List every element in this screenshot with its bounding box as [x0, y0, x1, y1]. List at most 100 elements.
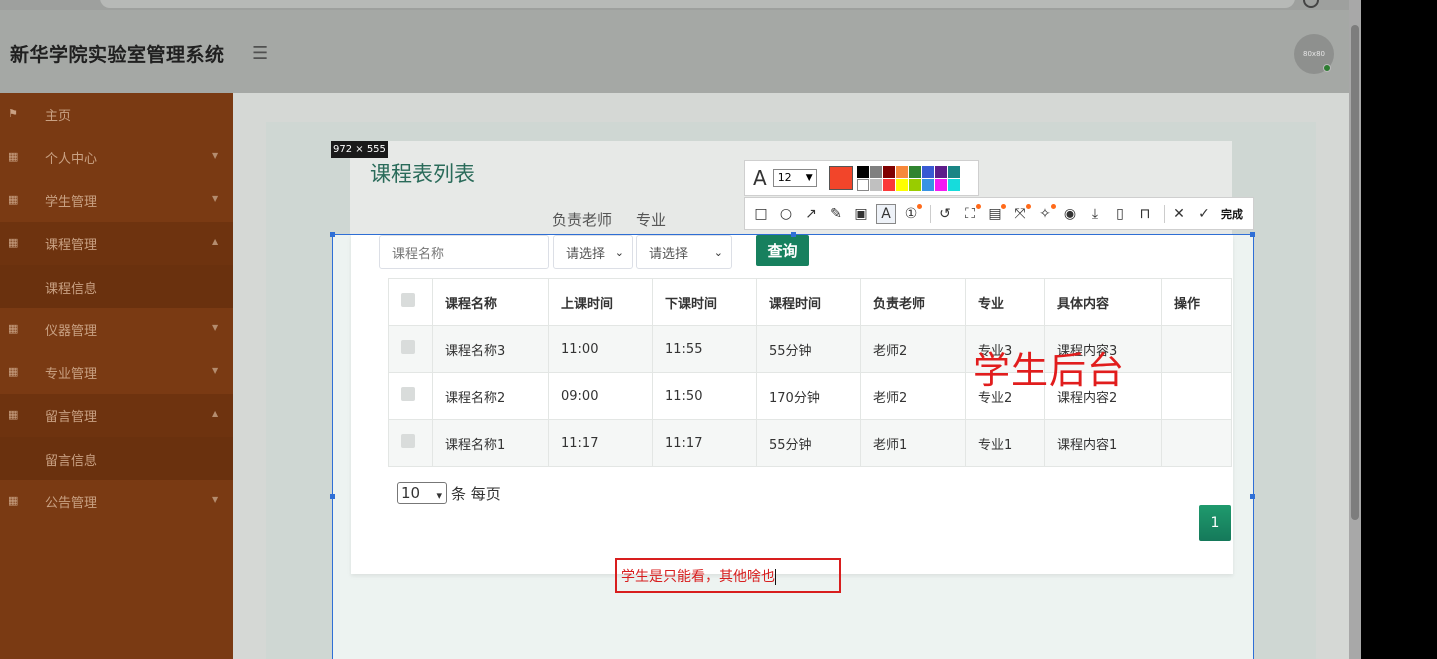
sidebar-subitem-course-info[interactable]: 课程信息 [0, 265, 233, 308]
page-size-select[interactable]: 10 ▾ [397, 482, 447, 504]
font-size-select[interactable]: 12 ▼ [772, 169, 817, 187]
undo-icon[interactable]: ↺ [935, 204, 955, 224]
column-header[interactable]: 负责老师 [860, 278, 966, 326]
select-all-checkbox[interactable] [401, 293, 415, 307]
text-tool-icon[interactable]: A [876, 203, 896, 224]
avatar[interactable]: 80x80 [1294, 34, 1334, 74]
column-header[interactable]: 课程时间 [756, 278, 861, 326]
pin-icon[interactable]: ✧ [1035, 203, 1056, 224]
table-cell: 55分钟 [756, 325, 861, 373]
sidebar-item-messages[interactable]: ▦ 留言管理 ▲ [0, 394, 233, 437]
table-cell: 11:00 [548, 325, 653, 373]
snip-selection[interactable]: 课程名称 请选择 ⌄ 请选择 ⌄ 查询 课程名称 上课时间 下课时间 课程时间 … [330, 232, 1255, 659]
course-name-input[interactable]: 课程名称 [379, 235, 549, 269]
sidebar-item-students[interactable]: ▦ 学生管理 ▼ [0, 179, 233, 222]
badge-dot [1001, 203, 1006, 209]
sidebar: ⚑ 主页 ▦ 个人中心 ▼ ▦ 学生管理 ▼ ▦ 课程管理 ▲ 课程信息 ▦ 仪… [0, 93, 233, 659]
arrow-tool-icon[interactable]: ↗ [801, 204, 821, 224]
color-swatch[interactable] [869, 178, 882, 191]
download-icon[interactable]: ⤓ [1085, 204, 1105, 224]
resize-handle-n[interactable] [791, 232, 796, 237]
resize-handle-e[interactable] [1250, 494, 1255, 499]
sidebar-item-profile[interactable]: ▦ 个人中心 ▼ [0, 136, 233, 179]
column-header[interactable]: 具体内容 [1044, 278, 1162, 326]
sidebar-item-announcements[interactable]: ▦ 公告管理 ▼ [0, 480, 233, 523]
column-header[interactable]: 上课时间 [548, 278, 653, 326]
color-swatch[interactable] [908, 165, 921, 178]
profile-icon[interactable] [1303, 0, 1319, 8]
sidebar-item-label: 学生管理 [45, 195, 98, 210]
row-select-cell[interactable] [388, 372, 433, 420]
number-tool-icon[interactable]: ① [901, 203, 922, 224]
scrollbar-thumb[interactable] [1351, 25, 1359, 520]
color-swatch[interactable] [869, 165, 882, 178]
sidebar-subitem-message-info[interactable]: 留言信息 [0, 437, 233, 480]
course-list-panel: 课程名称 请选择 ⌄ 请选择 ⌄ 查询 课程名称 上课时间 下课时间 课程时间 … [351, 235, 1233, 593]
resize-handle-nw[interactable] [330, 232, 335, 237]
column-header[interactable]: 专业 [965, 278, 1045, 326]
resize-handle-w[interactable] [330, 494, 335, 499]
translate-icon[interactable]: ⛶ [960, 203, 981, 224]
sidebar-item-home[interactable]: ⚑ 主页 [0, 93, 233, 136]
color-swatch[interactable] [895, 178, 908, 191]
row-checkbox[interactable] [401, 434, 415, 448]
row-checkbox[interactable] [401, 387, 415, 401]
color-swatch[interactable] [934, 165, 947, 178]
sidebar-item-majors[interactable]: ▦ 专业管理 ▼ [0, 351, 233, 394]
chevron-down-icon: ▼ [805, 173, 813, 183]
done-button[interactable]: 完成 [1221, 206, 1243, 222]
sidebar-item-label: 仪器管理 [45, 324, 98, 339]
resize-handle-ne[interactable] [1250, 232, 1255, 237]
pen-tool-icon[interactable]: ✎ [826, 204, 846, 224]
color-swatch[interactable] [856, 165, 869, 178]
avatar-text: 80x80 [1303, 50, 1325, 58]
color-swatch[interactable] [882, 165, 895, 178]
search-button[interactable]: 查询 [756, 235, 809, 266]
teacher-filter-label: 负责老师 [552, 211, 613, 229]
annotation-note-text: 学生是只能看，其他啥也 [621, 569, 775, 585]
sidebar-item-instruments[interactable]: ▦ 仪器管理 ▼ [0, 308, 233, 351]
check-icon[interactable]: ✓ [1194, 204, 1214, 224]
long-capture-icon[interactable]: ⤧ [1010, 203, 1031, 224]
table-header-row: 课程名称 上课时间 下课时间 课程时间 负责老师 专业 具体内容 操作 [388, 278, 1232, 326]
color-swatch[interactable] [947, 178, 960, 191]
font-icon: A [753, 166, 767, 190]
font-size-value: 12 [777, 171, 792, 184]
table-cell: 专业1 [965, 419, 1045, 467]
row-select-cell[interactable] [388, 325, 433, 373]
rectangle-tool-icon[interactable]: □ [751, 204, 771, 224]
ellipse-tool-icon[interactable]: ○ [776, 204, 796, 224]
phone-icon[interactable]: ▯ [1110, 204, 1130, 224]
browser-address-bar [0, 0, 1349, 10]
sidebar-item-courses[interactable]: ▦ 课程管理 ▲ [0, 222, 233, 265]
color-swatch[interactable] [908, 178, 921, 191]
color-swatch[interactable] [856, 178, 869, 191]
color-swatch[interactable] [947, 165, 960, 178]
address-field[interactable] [100, 0, 1295, 8]
ocr-icon[interactable]: ▤ [985, 203, 1006, 224]
scrollbar[interactable] [1349, 0, 1361, 659]
bookmark-icon[interactable]: ⊓ [1135, 204, 1155, 224]
sidebar-item-label: 主页 [45, 109, 72, 124]
row-checkbox[interactable] [401, 340, 415, 354]
pagination-page-1[interactable]: 1 [1199, 505, 1231, 541]
teacher-select[interactable]: 请选择 ⌄ [553, 235, 633, 269]
color-swatch[interactable] [934, 178, 947, 191]
current-color-swatch[interactable] [828, 166, 853, 190]
menu-toggle-icon[interactable]: ☰ [252, 43, 268, 64]
row-select-cell[interactable] [388, 419, 433, 467]
column-header[interactable]: 下课时间 [652, 278, 757, 326]
separator [930, 204, 931, 223]
color-swatch[interactable] [895, 165, 908, 178]
color-swatch[interactable] [921, 178, 934, 191]
close-icon[interactable]: ✕ [1169, 204, 1189, 224]
color-swatch[interactable] [921, 165, 934, 178]
column-header[interactable]: 课程名称 [432, 278, 549, 326]
record-icon[interactable]: ◉ [1060, 204, 1080, 224]
select-all-cell[interactable] [388, 278, 433, 326]
color-swatch[interactable] [882, 178, 895, 191]
table-row[interactable]: 课程名称1 11:17 11:17 55分钟 老师1 专业1 课程内容1 [388, 419, 1232, 467]
mosaic-tool-icon[interactable]: ▣ [851, 204, 871, 224]
major-select[interactable]: 请选择 ⌄ [636, 235, 732, 269]
annotation-text-box[interactable]: 学生是只能看，其他啥也 [615, 558, 841, 593]
